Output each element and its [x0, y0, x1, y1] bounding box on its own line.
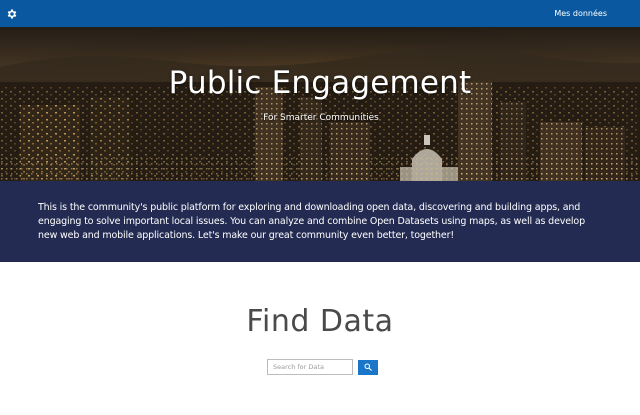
intro-section: This is the community's public platform …: [0, 181, 640, 262]
my-data-link[interactable]: Mes données: [554, 9, 607, 18]
search-bar: [267, 359, 378, 375]
search-input[interactable]: [267, 359, 353, 375]
find-data-section: Find Data: [0, 262, 640, 415]
hero-banner: Public Engagement For Smarter Communitie…: [0, 27, 640, 181]
hero-title: Public Engagement: [168, 65, 472, 101]
intro-paragraph: This is the community's public platform …: [38, 201, 585, 241]
search-icon: [364, 363, 372, 371]
top-navigation-bar: Mes données: [0, 0, 640, 27]
hero-subtitle: For Smarter Communities: [263, 113, 379, 123]
find-data-title: Find Data: [246, 304, 394, 339]
settings-button[interactable]: [0, 0, 24, 27]
gear-icon: [7, 9, 17, 18]
city-skyline-image: [0, 27, 640, 181]
search-button[interactable]: [358, 359, 378, 375]
